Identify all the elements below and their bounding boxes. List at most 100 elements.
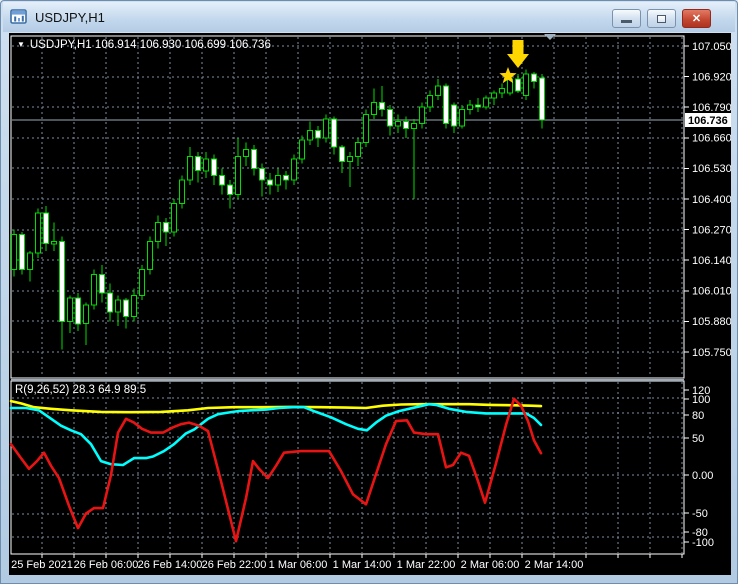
header-symbol: USDJPY,H1: [29, 39, 92, 51]
bull-candle: [291, 158, 297, 181]
minimize-button[interactable]: [612, 9, 641, 28]
bull-candle: [371, 102, 377, 115]
bull-candle: [427, 94, 433, 108]
price-axis-label: 106.920: [692, 71, 731, 83]
bear-candle: [515, 78, 521, 92]
bull-candle: [419, 106, 425, 125]
bull-candle: [235, 156, 241, 195]
bear-candle: [451, 104, 457, 127]
bull-candle: [91, 273, 97, 306]
indicator-name: R(9,26,52): [15, 384, 70, 396]
bull-candle: [155, 222, 161, 242]
time-axis-label: 1 Mar 22:00: [397, 559, 456, 571]
price-axis-label: 107.050: [692, 41, 731, 53]
bull-candle: [187, 156, 193, 181]
bear-candle: [195, 156, 201, 172]
indicator-header: R(9,26,52) 28.3 64.9 89.5: [15, 384, 146, 396]
time-axis-label: 1 Mar 06:00: [269, 559, 328, 571]
bull-candle: [139, 269, 145, 297]
time-axis-label: 2 Mar 14:00: [525, 559, 584, 571]
close-icon: ✕: [691, 13, 702, 25]
restore-icon: [657, 14, 666, 23]
bull-candle: [275, 175, 281, 186]
time-axis-label: 26 Feb 14:00: [138, 559, 203, 571]
time-axis-label: 1 Mar 14:00: [333, 559, 392, 571]
price-axis-label: 106.270: [692, 224, 731, 236]
current-price-label: 106.736: [688, 115, 728, 127]
chart-canvas[interactable]: 107.050 106.920 106.790 106.660 106.530 106.4…: [9, 33, 732, 575]
restore-button[interactable]: [647, 9, 676, 28]
indicator-fast-line: [9, 397, 543, 543]
minimize-icon: [621, 20, 632, 23]
time-axis-label: 25 Feb 2021: [11, 559, 73, 571]
bear-candle: [107, 292, 113, 313]
indicator-axis-label: 100: [692, 394, 710, 406]
arrow-down-icon: [507, 40, 529, 68]
time-axis-label: 2 Mar 06:00: [461, 559, 520, 571]
title-bar[interactable]: USDJPY,H1 ✕: [3, 2, 735, 32]
bull-candle: [35, 212, 41, 254]
bear-candle: [219, 175, 225, 186]
indicator-axis-label: 0.00: [692, 470, 713, 482]
indicator-axis-label: -50: [692, 508, 708, 520]
bull-candle: [411, 123, 417, 129]
pane-splitter[interactable]: [11, 379, 684, 381]
price-axis-label: 106.400: [692, 194, 731, 206]
bear-candle: [443, 85, 449, 125]
ohlc-open: 106.914: [94, 39, 137, 51]
indicator-axis[interactable]: 12010080500.00-50-80-100: [684, 385, 714, 549]
price-axis-label: 106.140: [692, 255, 731, 267]
bear-candle: [267, 179, 273, 186]
symbol-dropdown-icon[interactable]: ▼: [17, 40, 25, 49]
price-axis-label: 105.750: [692, 347, 731, 359]
bull-candle: [299, 139, 305, 160]
price-axis-label: 106.010: [692, 286, 731, 298]
bear-candle: [59, 240, 65, 322]
bear-candle: [99, 273, 105, 294]
indicator-lines: [9, 397, 543, 543]
bull-candle: [467, 104, 473, 111]
time-axis[interactable]: 25 Feb 2021 26 Feb 06:00 26 Feb 14:00 26 Fe…: [11, 554, 683, 571]
chart-area[interactable]: 107.050 106.920 106.790 106.660 106.530 106.4…: [9, 33, 732, 575]
ohlc-header: ▼ USDJPY,H1 106.914 106.930 106.699 106.7…: [17, 39, 271, 51]
indicator-axis-label: 80: [692, 410, 704, 422]
bull-candle: [27, 252, 33, 271]
bull-candle: [51, 240, 57, 245]
indicator-values: 28.3 64.9 89.5: [72, 384, 147, 396]
bull-candle: [243, 149, 249, 158]
bear-candle: [379, 102, 385, 111]
ohlc-high: 106.930: [139, 39, 182, 51]
candles: [11, 69, 545, 350]
bear-candle: [403, 120, 409, 129]
chart-window-icon: [10, 9, 27, 24]
bear-candle: [315, 130, 321, 139]
bear-candle: [475, 104, 481, 108]
bear-candle: [163, 222, 169, 233]
bull-candle: [459, 109, 465, 127]
bear-candle: [531, 73, 537, 82]
bull-candle: [67, 297, 73, 322]
time-axis-label: 26 Feb 22:00: [202, 559, 267, 571]
price-axis-label: 105.880: [692, 316, 731, 328]
bull-candle: [491, 92, 497, 99]
bull-candle: [323, 118, 329, 139]
indicator-axis-label: 50: [692, 433, 704, 445]
indicator-axis-label: -100: [692, 537, 714, 549]
bear-candle: [387, 109, 393, 127]
price-axis-label: 106.790: [692, 102, 731, 114]
bull-candle: [363, 113, 369, 144]
ohlc-close: 106.736: [229, 39, 271, 51]
bear-candle: [227, 184, 233, 195]
bear-candle: [339, 146, 345, 162]
close-button[interactable]: ✕: [682, 9, 711, 28]
bear-candle: [251, 149, 257, 169]
bear-candle: [259, 167, 265, 181]
price-axis[interactable]: 107.050 106.920 106.790 106.660 106.530 106.4…: [684, 41, 732, 359]
bull-candle: [435, 85, 441, 96]
time-axis-label: 26 Feb 06:00: [74, 559, 139, 571]
indicator-mid-line: [9, 402, 543, 467]
bear-candle: [75, 297, 81, 325]
bull-candle: [307, 130, 313, 141]
bear-candle: [539, 77, 545, 121]
bull-candle: [11, 233, 17, 271]
